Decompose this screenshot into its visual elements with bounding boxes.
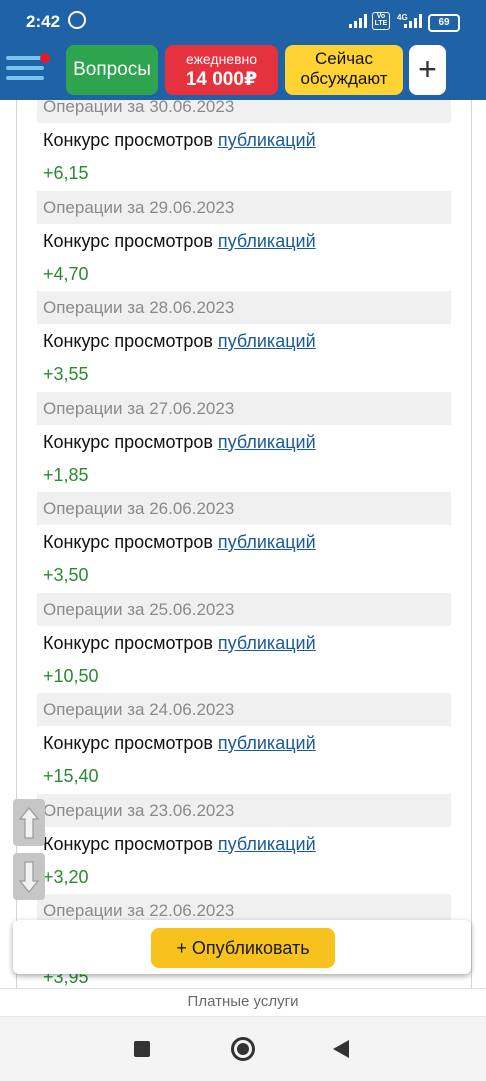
operation-description: Конкурс просмотров публикаций bbox=[37, 123, 451, 157]
operation-amount: +6,15 bbox=[43, 163, 89, 183]
signal-icon-2 bbox=[404, 14, 422, 28]
operation-date: Операции за 30.06.2023 bbox=[37, 100, 451, 123]
back-icon[interactable] bbox=[333, 1040, 349, 1058]
discussing-line2: обсуждают bbox=[300, 69, 388, 88]
daily-amount: 14 000₽ bbox=[185, 69, 258, 90]
battery-icon: 69 bbox=[428, 14, 460, 32]
status-time: 2:42 bbox=[26, 12, 61, 31]
operation-description: Конкурс просмотров публикаций bbox=[37, 525, 451, 559]
operation-item: Операции за 23.06.2023 Конкурс просмотров… bbox=[37, 793, 451, 895]
arrow-up-icon bbox=[18, 806, 40, 839]
publications-link[interactable]: публикаций bbox=[218, 633, 316, 653]
operation-date: Операции за 25.06.2023 bbox=[37, 592, 451, 626]
operation-amount: +3,50 bbox=[43, 565, 89, 585]
operation-date: Операции за 23.06.2023 bbox=[37, 793, 451, 827]
menu-icon[interactable] bbox=[6, 53, 50, 86]
paid-services-link[interactable]: Платные услуги bbox=[0, 989, 486, 1016]
operation-text: Конкурс просмотров bbox=[43, 230, 218, 251]
operation-description: Конкурс просмотров публикаций bbox=[37, 224, 451, 258]
publications-link[interactable]: публикаций bbox=[218, 834, 316, 854]
operation-date: Операции за 24.06.2023 bbox=[37, 693, 451, 726]
operation-item: Операции за 29.06.2023 Конкурс просмотров… bbox=[37, 190, 451, 292]
discussing-line1: Сейчас bbox=[314, 49, 374, 68]
daily-prize-button[interactable]: ежедневно 14 000₽ bbox=[165, 45, 278, 95]
operation-item: Операции за 24.06.2023 Конкурс просмотров… bbox=[37, 693, 451, 794]
signal-icon bbox=[349, 14, 367, 28]
publications-link[interactable]: публикаций bbox=[218, 130, 316, 150]
operation-item: Операции за 26.06.2023 Конкурс просмотров… bbox=[37, 492, 451, 593]
operation-description: Конкурс просмотров публикаций bbox=[37, 726, 451, 760]
operation-amount: +4,70 bbox=[43, 263, 89, 284]
operation-text: Конкурс просмотров bbox=[43, 331, 218, 351]
daily-label: ежедневно bbox=[185, 51, 258, 67]
operation-date: Операции за 27.06.2023 bbox=[37, 391, 451, 425]
volte-badge: Vo LTE bbox=[372, 12, 390, 30]
publish-button[interactable]: + Опубликовать bbox=[151, 928, 335, 968]
publications-link[interactable]: публикаций bbox=[218, 532, 316, 552]
publications-link[interactable]: публикаций bbox=[218, 331, 316, 351]
discussing-now-button[interactable]: Сейчас обсуждают bbox=[285, 45, 403, 95]
operation-description: Конкурс просмотров публикаций bbox=[37, 324, 451, 358]
scroll-down-button[interactable] bbox=[13, 853, 45, 900]
operation-text: Конкурс просмотров bbox=[43, 833, 218, 854]
operation-text: Конкурс просмотров bbox=[43, 532, 218, 552]
operation-amount: +3,20 bbox=[43, 866, 89, 887]
publications-link[interactable]: публикаций bbox=[218, 733, 316, 753]
operation-description: Конкурс просмотров публикаций bbox=[37, 425, 451, 459]
notification-dot bbox=[40, 53, 50, 63]
operation-date: Операции за 28.06.2023 bbox=[37, 291, 451, 324]
operation-text: Конкурс просмотров bbox=[43, 130, 218, 150]
operation-date: Операции за 26.06.2023 bbox=[37, 492, 451, 525]
operation-item: Операции за 27.06.2023 Конкурс просмотров… bbox=[37, 391, 451, 493]
arrow-down-icon bbox=[18, 860, 40, 893]
operation-description: Конкурс просмотров публикаций bbox=[37, 626, 451, 660]
operation-text: Конкурс просмотров bbox=[43, 431, 218, 452]
operation-text: Конкурс просмотров bbox=[43, 632, 218, 653]
operation-text: Конкурс просмотров bbox=[43, 733, 218, 753]
alarm-icon bbox=[68, 11, 86, 29]
operations-list-container: Операции за 30.06.2023 Конкурс просмотров… bbox=[16, 100, 472, 988]
home-icon[interactable] bbox=[231, 1037, 255, 1061]
add-button[interactable]: + bbox=[409, 45, 446, 95]
scroll-up-button[interactable] bbox=[13, 799, 45, 846]
recent-apps-icon[interactable] bbox=[134, 1041, 150, 1057]
operation-amount: +1,85 bbox=[43, 464, 89, 485]
operation-date: Операции за 29.06.2023 bbox=[37, 190, 451, 224]
operation-description: Конкурс просмотров публикаций bbox=[37, 827, 451, 861]
status-bar: 2:42 Vo LTE 4G 69 bbox=[0, 0, 486, 40]
publications-link[interactable]: публикаций bbox=[218, 432, 316, 452]
publish-bar: + Опубликовать bbox=[13, 920, 471, 974]
operation-amount: +15,40 bbox=[43, 766, 99, 786]
operation-item: Операции за 28.06.2023 Конкурс просмотров… bbox=[37, 291, 451, 392]
publications-link[interactable]: публикаций bbox=[218, 231, 316, 251]
system-nav-bar bbox=[0, 1016, 486, 1081]
questions-button[interactable]: Вопросы bbox=[66, 45, 158, 95]
operations-list: Операции за 30.06.2023 Конкурс просмотров… bbox=[37, 100, 451, 988]
operation-amount: +3,55 bbox=[43, 364, 89, 384]
operation-item: Операции за 25.06.2023 Конкурс просмотров… bbox=[37, 592, 451, 694]
operation-amount: +10,50 bbox=[43, 665, 99, 686]
operation-item: Операции за 30.06.2023 Конкурс просмотров… bbox=[37, 100, 451, 191]
